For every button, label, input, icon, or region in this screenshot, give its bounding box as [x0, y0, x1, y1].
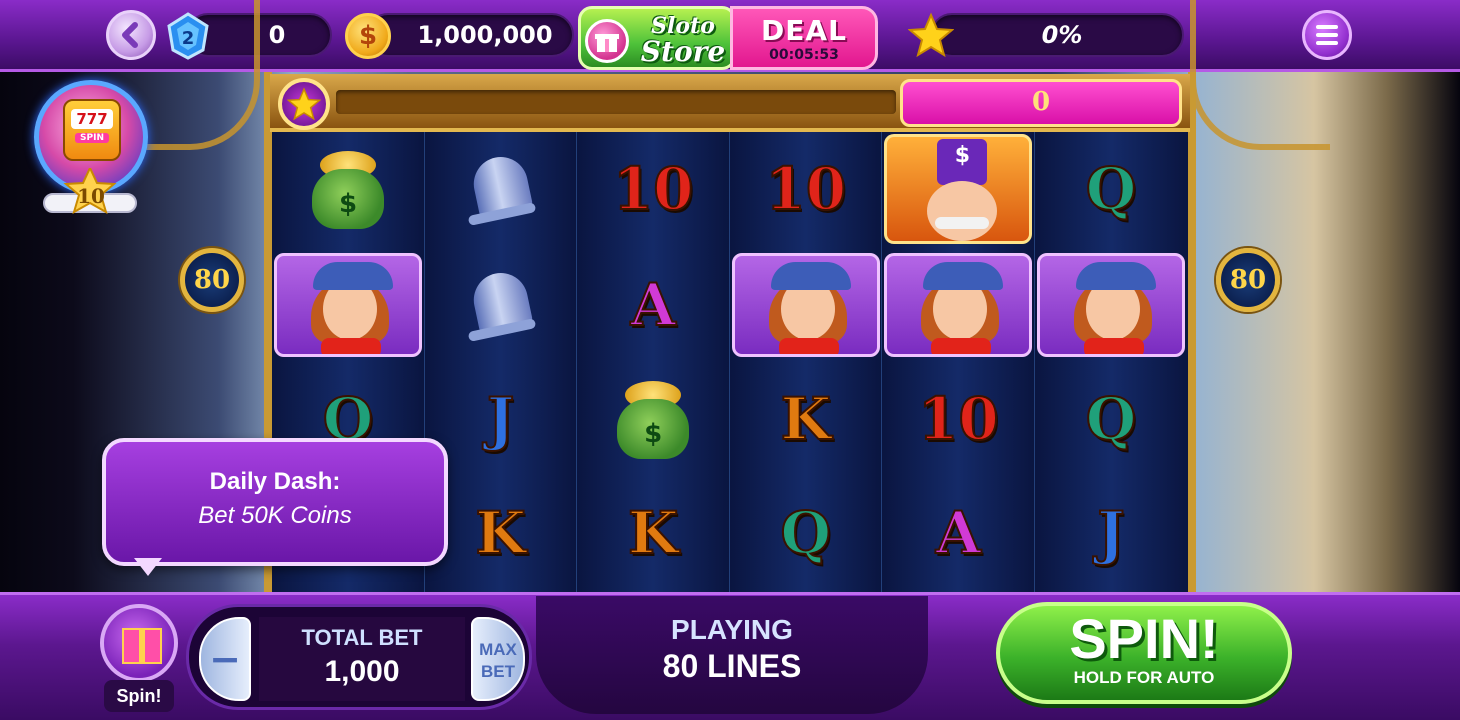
- decrease-bet-button[interactable]: −: [199, 617, 251, 701]
- total-bet-display: TOTAL BET 1,000: [259, 617, 465, 701]
- coins-counter: 1,000,000: [366, 13, 574, 57]
- payline-badge-right: 80: [1216, 248, 1280, 312]
- jackpot-value: 0: [900, 79, 1182, 127]
- tooltip-tail: [134, 558, 162, 576]
- spin-label: SPIN!: [1069, 607, 1219, 670]
- jackpot-meter: 0: [270, 74, 1190, 132]
- level-number: 10: [77, 184, 105, 208]
- spin-sub-label: HOLD FOR AUTO: [1073, 668, 1215, 687]
- store-label-line2: Store: [640, 35, 726, 68]
- slot-machine-icon: 777 SPIN: [63, 99, 121, 161]
- max-bet-label-1: MAX: [479, 640, 517, 659]
- spin-button[interactable]: SPIN! HOLD FOR AUTO: [996, 602, 1292, 704]
- total-bet-label: TOTAL BET: [301, 625, 423, 650]
- ornament-right: [1190, 0, 1330, 150]
- coin-icon: $: [345, 13, 391, 59]
- lines-value: 80 LINES: [662, 648, 802, 684]
- star-icon: [908, 12, 954, 58]
- gift-icon: [585, 19, 629, 63]
- deal-title: DEAL: [761, 14, 847, 47]
- level-badge: 10: [40, 165, 140, 218]
- max-bet-button[interactable]: MAX BET: [471, 617, 525, 701]
- tooltip-title: Daily Dash:: [209, 468, 341, 495]
- gift-spin-label: Spin!: [104, 680, 174, 712]
- meter-track: [336, 90, 896, 114]
- playing-label: PLAYING: [671, 614, 793, 645]
- store-label: Sloto Store: [633, 13, 733, 68]
- deal-timer: 00:05:53: [769, 47, 839, 63]
- lines-panel: PLAYING 80 LINES: [536, 596, 928, 714]
- sloto-store-button[interactable]: Sloto Store: [578, 6, 736, 70]
- payline-badge-left: 80: [180, 248, 244, 312]
- deal-button[interactable]: DEAL 00:05:53: [730, 6, 878, 70]
- meter-star-icon: [278, 78, 330, 130]
- machine-spin-label: SPIN: [75, 133, 109, 143]
- level-progress-value: 0%: [1041, 21, 1083, 49]
- max-bet-label-2: BET: [481, 662, 515, 681]
- bet-panel: − TOTAL BET 1,000 MAX BET: [186, 604, 532, 710]
- tooltip-text: Bet 50K Coins: [198, 502, 352, 529]
- level-progress: 0%: [930, 13, 1184, 57]
- ornament-left: [130, 0, 260, 150]
- coins-value: 1,000,000: [417, 21, 553, 49]
- gems-value: 0: [268, 21, 286, 49]
- daily-dash-tooltip[interactable]: Daily Dash: Bet 50K Coins: [102, 438, 448, 566]
- gift-icon: [122, 628, 162, 664]
- machine-reels: 777: [71, 109, 113, 129]
- total-bet-value: 1,000: [324, 655, 400, 688]
- gift-spin-button[interactable]: [100, 604, 178, 682]
